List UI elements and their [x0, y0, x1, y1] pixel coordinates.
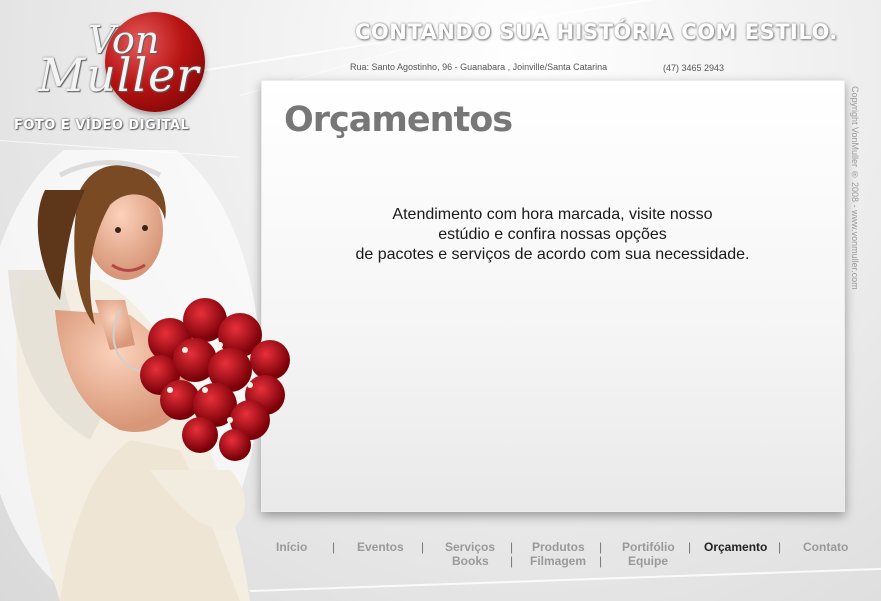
content-message: Atendimento com hora marcada, visite nos… [300, 205, 805, 265]
message-line: estúdio e confira nossas opções [438, 226, 667, 243]
page-title: Orçamentos [284, 100, 513, 140]
nav-separator: | [688, 540, 692, 554]
header-address: Rua: Santo Agostinho, 96 - Guanabara , J… [350, 62, 608, 72]
content-panel [261, 80, 845, 512]
bride-photo [0, 150, 290, 601]
light-streak [249, 567, 881, 592]
header-phone: (47) 3465 2943 [663, 63, 725, 73]
message-line: de pacotes e serviços de acordo com sua … [355, 246, 750, 263]
nav-separator: | [510, 554, 514, 568]
nav-books[interactable]: Books [452, 554, 489, 568]
nav-filmagem[interactable]: Filmagem [530, 554, 586, 568]
message-line: Atendimento com hora marcada, visite nos… [392, 206, 713, 223]
nav-separator: | [599, 554, 603, 568]
nav-separator: | [599, 540, 603, 554]
nav-contato[interactable]: Contato [803, 540, 848, 554]
nav-equipe[interactable]: Equipe [628, 554, 668, 568]
nav-separator: | [421, 540, 425, 554]
copyright-notice: Copyright VonMuller ® 2008 - www.vonmull… [850, 86, 860, 290]
nav-separator: | [510, 540, 514, 554]
nav-separator: | [332, 540, 336, 554]
nav-inicio[interactable]: Início [276, 540, 307, 554]
nav-produtos[interactable]: Produtos [532, 540, 585, 554]
nav-portifolio[interactable]: Portifólio [622, 540, 675, 554]
nav-eventos[interactable]: Eventos [357, 540, 404, 554]
logo-text-muller: Muller [38, 48, 200, 102]
nav-separator: | [778, 540, 782, 554]
header-slogan: CONTANDO SUA HISTÓRIA COM ESTILO. [355, 20, 838, 44]
nav-servicos[interactable]: Serviços [445, 540, 495, 554]
brand-tagline: FOTO E VÍDEO DIGITAL [14, 118, 190, 133]
nav-orcamento[interactable]: Orçamento [704, 540, 767, 554]
brand-logo[interactable]: Von Muller [30, 10, 230, 115]
